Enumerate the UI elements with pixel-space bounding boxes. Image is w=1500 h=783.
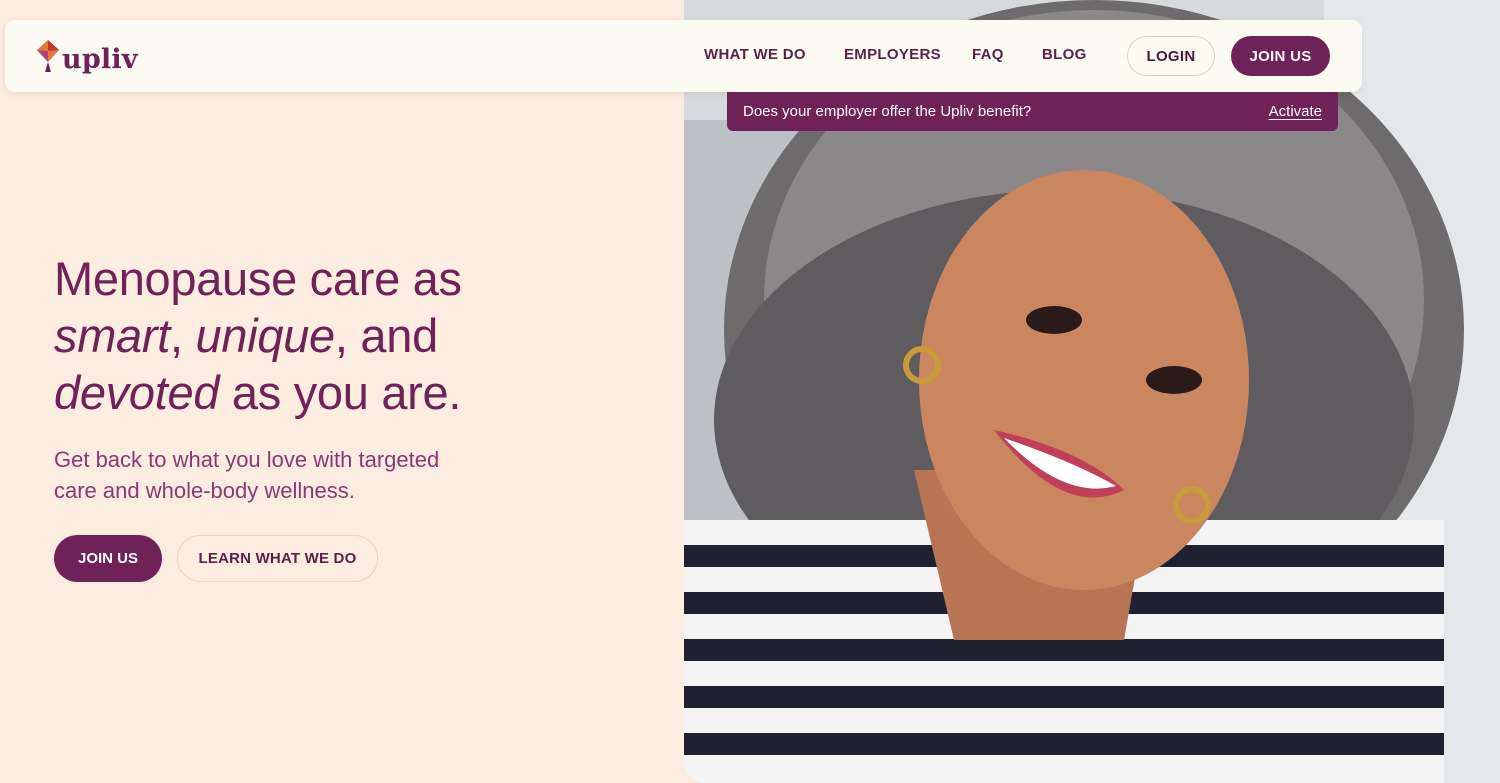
top-navbar: upliv WHAT WE DO EMPLOYERS FAQ BLOG LOGI…: [5, 20, 1362, 92]
brand-logo[interactable]: upliv: [35, 36, 138, 76]
learn-what-we-do-button[interactable]: LEARN WHAT WE DO: [177, 535, 378, 582]
employer-benefit-banner: Does your employer offer the Upliv benef…: [727, 92, 1338, 131]
headline-comma: ,: [170, 309, 183, 362]
login-button[interactable]: LOGIN: [1127, 36, 1215, 76]
hero-subheading: Get back to what you love with targeted …: [54, 447, 440, 503]
hero-headline: Menopause care as smart, unique, and dev…: [54, 250, 574, 421]
headline-word-unique: unique: [195, 309, 336, 362]
join-us-nav-button[interactable]: JOIN US: [1231, 36, 1330, 76]
activate-link[interactable]: Activate: [1269, 103, 1322, 120]
nav-link-faq[interactable]: FAQ: [972, 46, 1004, 63]
upliv-logo-icon: [37, 40, 59, 72]
headline-tail: as you are.: [219, 366, 462, 419]
join-us-hero-button[interactable]: JOIN US: [54, 535, 162, 582]
nav-link-what-we-do[interactable]: WHAT WE DO: [704, 46, 806, 63]
nav-link-employers[interactable]: EMPLOYERS: [844, 46, 941, 63]
headline-and: , and: [334, 309, 438, 362]
headline-word-devoted: devoted: [54, 366, 220, 419]
headline-line-1: Menopause care as: [54, 252, 462, 305]
headline-word-smart: smart: [54, 309, 171, 362]
brand-name: upliv: [62, 43, 138, 75]
banner-text: Does your employer offer the Upliv benef…: [743, 103, 1032, 120]
nav-link-blog[interactable]: BLOG: [1042, 46, 1087, 63]
